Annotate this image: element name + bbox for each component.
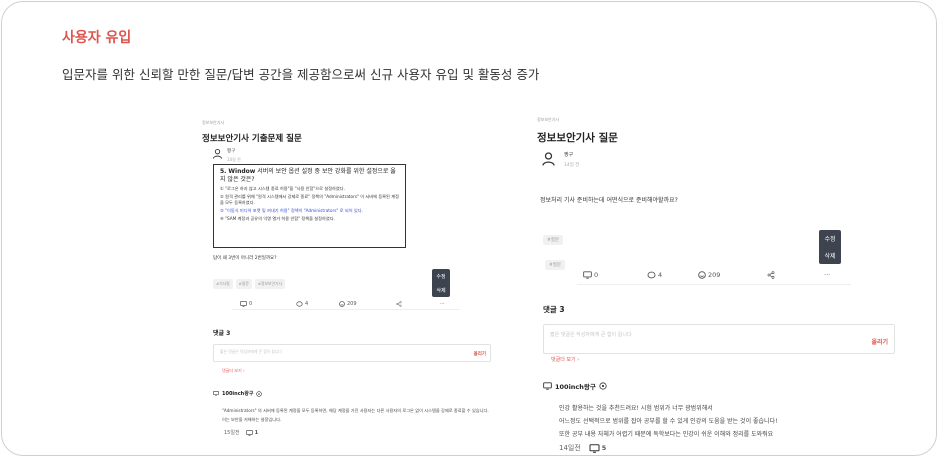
comment-author[interactable]: 100inch왕구: [213, 390, 263, 397]
likes-action[interactable]: 4: [296, 301, 308, 307]
share-action[interactable]: [396, 300, 402, 307]
views-action[interactable]: 0: [583, 271, 598, 279]
reply-count-value: 5: [601, 444, 607, 452]
breadcrumb[interactable]: 정보보안기사: [202, 120, 502, 126]
comment-bubble-icon: [296, 300, 303, 307]
question-keyword: Window: [228, 168, 256, 175]
edit-menu-popup: 수정 삭제: [819, 230, 841, 264]
tag[interactable]: #질문: [543, 235, 564, 245]
author-row: 짱구 14일 전: [212, 148, 502, 163]
comment-time: 14일전: [559, 444, 581, 452]
post-action-bar: 0 4 209 ···: [577, 265, 851, 285]
comment-placeholder: 짧은 댓글은 작성자에게 큰 힘이 됩니다: [220, 349, 282, 354]
question-box: 5. Window 서버의 보안 옵션 설정 중 보안 강화를 위한 설정으로 …: [213, 164, 406, 248]
comment-bubble-icon: [647, 271, 656, 278]
emoji-action[interactable]: 209: [698, 271, 720, 279]
views-count: 0: [249, 300, 253, 307]
comment-author-name: 100inch왕구: [555, 383, 596, 391]
right-question-mockup: 정보보안기사 정보보안기사 질문 짱구 14일 전 정보처리 기사 준비하는데 …: [537, 117, 897, 455]
comments-heading: 댓글 3: [213, 330, 231, 337]
smile-icon: [339, 300, 345, 307]
comment-line: 또한 공부 내용 자체가 어렵기 때문에 독학보다는 인강이 쉬운 이해와 정리…: [559, 431, 774, 438]
left-question-mockup: 정보보안기사 정보보안기사 기출문제 질문 짱구 14일 전 5. Window…: [202, 120, 502, 440]
share-icon: [396, 300, 402, 307]
likes-action[interactable]: 4: [647, 271, 662, 279]
emoji-count: 209: [347, 300, 357, 307]
edit-menu-popup: 수정 삭제: [432, 269, 450, 297]
views-action[interactable]: 0: [240, 301, 252, 307]
option-2: ② 원격 관리를 위해 "원격 시스템에서 강제로 종료" 정책의 "Admin…: [220, 194, 399, 205]
likes-count: 4: [305, 300, 309, 307]
section-description: 입문자를 위한 신뢰할 만한 질문/답변 공간을 제공함으로써 신규 사용자 유…: [62, 67, 540, 82]
comment-text: 인강 활용하는 것을 추천드려요! 시험 범위가 너무 광범위해서 어느정도 선…: [559, 402, 889, 441]
monitor-icon: [240, 300, 247, 307]
question-text: 정보처리 기사 준비하는데 어떤식으로 준비해야할까요?: [540, 197, 678, 204]
comment-meta: 14일전 5: [559, 443, 606, 453]
share-icon: [767, 270, 775, 279]
delete-button[interactable]: 삭제: [824, 251, 835, 260]
monitor-icon: [245, 429, 253, 436]
page-title: 정보보안기사 기출문제 질문: [202, 134, 302, 144]
comment-placeholder: 짧은 댓글은 작성자에게 큰 힘이 됩니다: [550, 332, 632, 338]
monitor-icon: [583, 270, 592, 279]
comment-line: 어느정도 선택적으로 범위를 잡아 공부를 할 수 있게 인강의 도움을 받는 …: [559, 418, 778, 425]
edit-button[interactable]: 수정: [824, 234, 835, 243]
option-1: ① "로그온 하지 않고 시스템 종료 허용"을 "사용 안함"으로 설정하였다…: [220, 186, 345, 191]
monitor-icon: [543, 382, 552, 390]
avatar-icon[interactable]: [212, 148, 223, 159]
more-options-button[interactable]: ···: [824, 271, 830, 279]
badge-icon: [599, 382, 607, 390]
tag[interactable]: #기사질: [213, 279, 233, 289]
delete-button[interactable]: 삭제: [436, 287, 445, 294]
reply-count-value: 1: [254, 429, 259, 436]
breadcrumb[interactable]: 정보보안기사: [537, 117, 897, 123]
post-date: 14일 전: [564, 163, 580, 168]
emoji-count: 209: [708, 270, 721, 279]
comment-text: "Administrators" 의 서버에 등록된 계정을 모두 등록하면, …: [222, 408, 489, 422]
slide-frame: 사용자 유입 입문자를 위한 신뢰할 만한 질문/답변 공간을 제공함으로써 신…: [1, 1, 937, 456]
tag[interactable]: #정보보안기사: [254, 279, 285, 289]
comment-author[interactable]: 100inch왕구: [543, 381, 607, 391]
author-row: 짱구 14일 전: [541, 151, 897, 168]
tag[interactable]: #질문: [235, 279, 252, 289]
author-name[interactable]: 짱구: [227, 148, 241, 154]
emoji-action[interactable]: 209: [339, 301, 357, 307]
post-comment-button[interactable]: 올리기: [871, 337, 888, 346]
comment-input[interactable]: 짧은 댓글은 작성자에게 큰 힘이 됩니다 올리기: [543, 324, 895, 354]
more-comments-link[interactable]: 댓글더 보기 ›: [222, 368, 245, 374]
tag[interactable]: #질문: [545, 260, 566, 270]
reply-count[interactable]: 1: [245, 429, 259, 436]
more-options-button[interactable]: ···: [440, 301, 445, 307]
question-comment: 답이 왜 3번이 아니라 2번일까요?: [213, 256, 277, 261]
share-action[interactable]: [767, 270, 775, 279]
comment-meta: 15일전 1: [224, 429, 259, 437]
edit-button[interactable]: 수정: [436, 273, 445, 280]
comment-time: 15일전: [224, 430, 240, 436]
post-date: 14일 전: [227, 157, 241, 162]
option-3: ③ "이동식 미디어 포맷 및 꺼내기 허용" 정책이 "Administrat…: [220, 208, 363, 213]
tag-list: #기사질 #질문 #정보보안기사: [213, 279, 285, 289]
author-name[interactable]: 짱구: [564, 151, 579, 158]
option-4: ④ "SAM 계정과 공유의 익명 열거 허용 안함" 정책을 설정하였다.: [220, 216, 335, 221]
post-comment-button[interactable]: 올리기: [474, 351, 486, 357]
likes-count: 4: [658, 270, 663, 279]
question-text: 5. Window 서버의 보안 옵션 설정 중 보안 강화를 위한 설정으로 …: [220, 168, 399, 184]
section-title: 사용자 유입: [62, 30, 132, 46]
smile-icon: [698, 270, 706, 279]
comments-heading: 댓글 3: [543, 305, 565, 314]
comment-author-name: 100inch왕구: [222, 391, 254, 397]
page-title: 정보보안기사 질문: [537, 132, 618, 144]
comment-input[interactable]: 짧은 댓글은 작성자에게 큰 힘이 됩니다 올리기: [213, 344, 491, 362]
question-number: 5.: [220, 168, 227, 175]
comment-line: 인강 활용하는 것을 추천드려요! 시험 범위가 너무 광범위해서: [559, 405, 713, 412]
monitor-icon: [213, 391, 219, 396]
post-action-bar: 0 4 209 ···: [232, 298, 460, 310]
more-comments-link[interactable]: 댓글더 보기 ›: [551, 356, 579, 363]
reply-count[interactable]: 5: [589, 443, 607, 453]
avatar-icon[interactable]: [541, 151, 556, 166]
monitor-icon: [589, 443, 600, 453]
badge-icon: [256, 390, 263, 397]
views-count: 0: [594, 270, 599, 279]
